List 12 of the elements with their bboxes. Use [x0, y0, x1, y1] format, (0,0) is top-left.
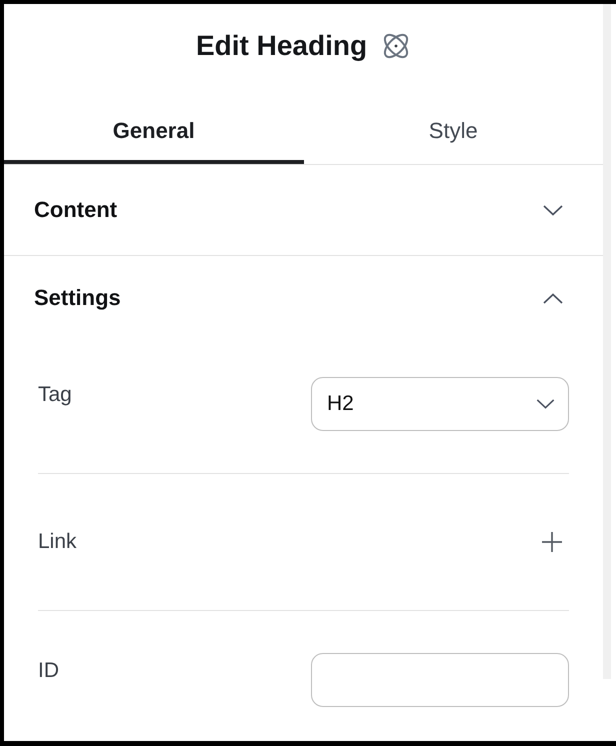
- chevron-down-icon: [536, 399, 555, 409]
- tag-select[interactable]: H2: [311, 377, 569, 431]
- input-field[interactable]: [311, 653, 569, 707]
- section-header[interactable]: Content: [4, 165, 603, 255]
- chevron-up-icon[interactable]: [543, 292, 563, 304]
- panel-title: Edit Heading: [196, 29, 368, 63]
- section-header[interactable]: Settings: [4, 256, 603, 340]
- field-label: Tag: [38, 383, 72, 407]
- chevron-down-icon[interactable]: [543, 204, 563, 216]
- add-icon[interactable]: [541, 531, 563, 553]
- field-label: ID: [38, 659, 59, 683]
- field-label: Link: [38, 530, 77, 554]
